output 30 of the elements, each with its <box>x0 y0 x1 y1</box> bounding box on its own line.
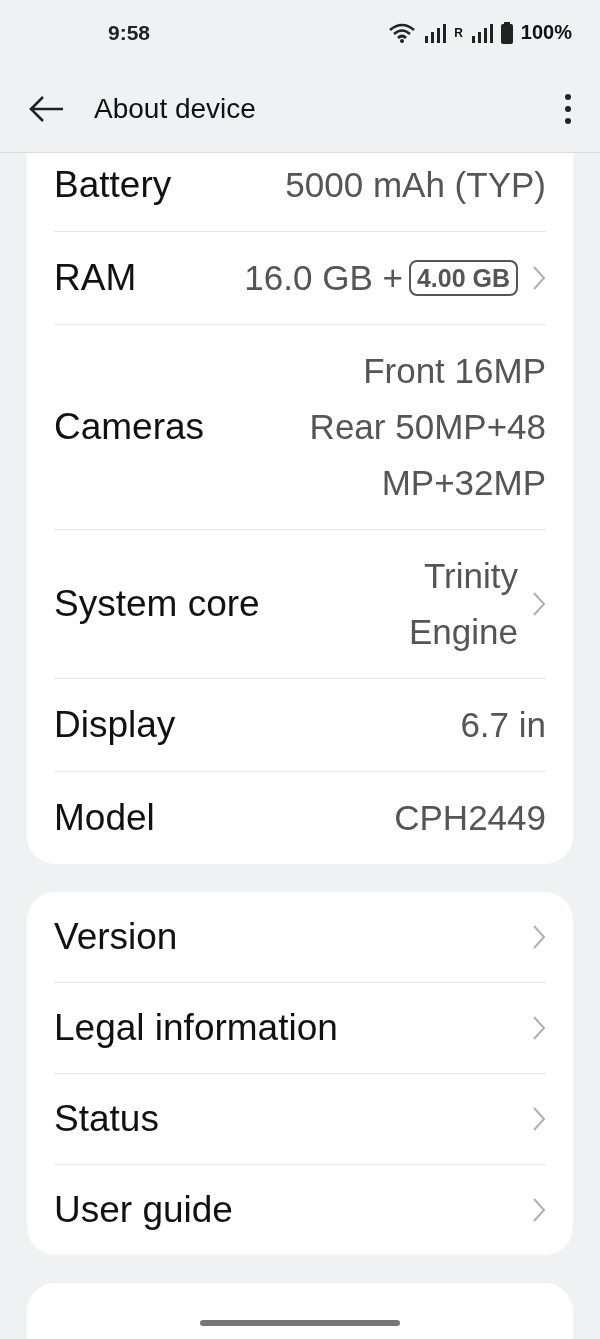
status-time: 9:58 <box>108 20 151 45</box>
spec-label: Cameras <box>54 405 206 449</box>
spec-value: CPH2449 <box>394 797 546 839</box>
menu-item[interactable]: User guide <box>54 1165 546 1255</box>
more-menu-icon[interactable] <box>564 92 572 125</box>
spec-value: Front 16MP <box>363 350 546 392</box>
wifi-icon <box>388 22 417 43</box>
spec-label: RAM <box>54 256 138 300</box>
battery-percentage: 100% <box>520 21 572 44</box>
spec-value: Rear 50MP+48 <box>309 406 546 448</box>
extended-ram-badge: 4.00 GB <box>408 260 518 296</box>
spec-value: 5000 mAh (TYP) <box>285 164 546 206</box>
back-arrow-icon[interactable] <box>28 94 64 123</box>
spec-label: Model <box>54 796 156 840</box>
spec-value: 6.7 in <box>460 704 546 746</box>
spec-value: Trinity <box>424 555 518 597</box>
menu-item[interactable]: Version <box>54 892 546 983</box>
spec-value: Engine <box>409 611 518 653</box>
menu-item[interactable]: Status <box>54 1074 546 1165</box>
roaming-indicator: R <box>454 25 463 40</box>
spec-label: System core <box>54 582 261 626</box>
spec-label: Battery <box>54 163 173 207</box>
menu-item[interactable]: Legal information <box>54 983 546 1074</box>
spec-label: Display <box>54 703 177 747</box>
spec-value: MP+32MP <box>381 462 546 504</box>
spec-value: 16.0 GB + <box>244 257 403 299</box>
signal-icon <box>470 22 493 43</box>
battery-icon <box>500 21 513 44</box>
signal-icon <box>424 22 447 43</box>
page-title: About device <box>94 92 256 125</box>
